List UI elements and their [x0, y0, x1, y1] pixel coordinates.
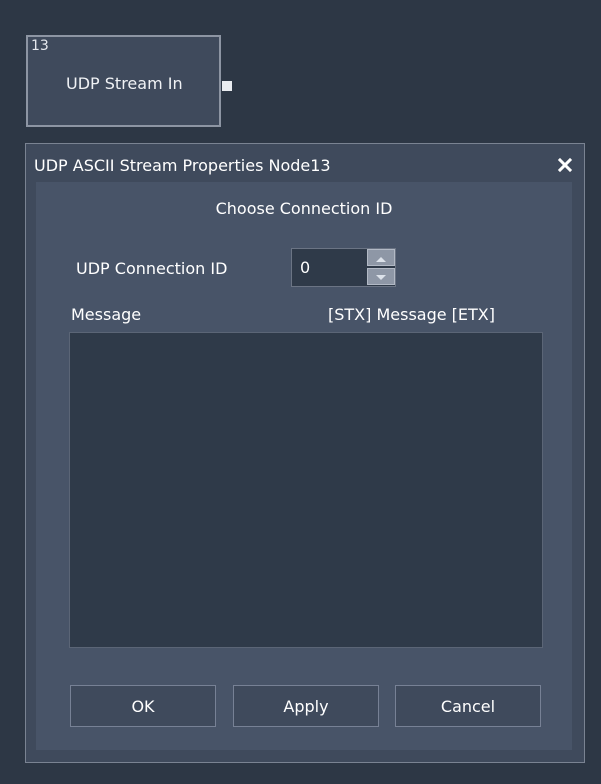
udp-stream-node[interactable]: 13 UDP Stream In [26, 35, 232, 127]
properties-dialog: UDP ASCII Stream Properties Node13 Choos… [25, 143, 585, 763]
message-label: Message [71, 305, 142, 324]
node-title: UDP Stream In [66, 74, 183, 93]
chevron-down-icon [375, 267, 387, 286]
cancel-button[interactable]: Cancel [395, 685, 541, 727]
udp-connection-id-value[interactable]: 0 [300, 258, 310, 277]
apply-button[interactable]: Apply [233, 685, 379, 727]
dialog-titlebar[interactable]: UDP ASCII Stream Properties Node13 [26, 144, 584, 184]
node-editor-canvas: 13 UDP Stream In UDP ASCII Stream Proper… [0, 0, 601, 784]
decrement-button[interactable] [367, 268, 395, 285]
dialog-title: UDP ASCII Stream Properties Node13 [34, 156, 331, 175]
udp-connection-id-stepper[interactable]: 0 [291, 248, 396, 287]
ok-button[interactable]: OK [70, 685, 216, 727]
stepper-buttons [367, 249, 395, 286]
close-button[interactable] [554, 154, 576, 176]
node-id: 13 [31, 38, 49, 54]
message-format-label: [STX] Message [ETX] [328, 305, 495, 324]
close-icon [557, 157, 573, 173]
choose-connection-heading: Choose Connection ID [215, 199, 393, 218]
udp-connection-id-label: UDP Connection ID [76, 259, 228, 278]
chevron-up-icon [375, 248, 387, 267]
output-port[interactable] [222, 81, 232, 91]
dialog-content: Choose Connection ID UDP Connection ID 0 [36, 182, 572, 750]
increment-button[interactable] [367, 249, 395, 266]
message-textarea[interactable] [69, 332, 543, 648]
